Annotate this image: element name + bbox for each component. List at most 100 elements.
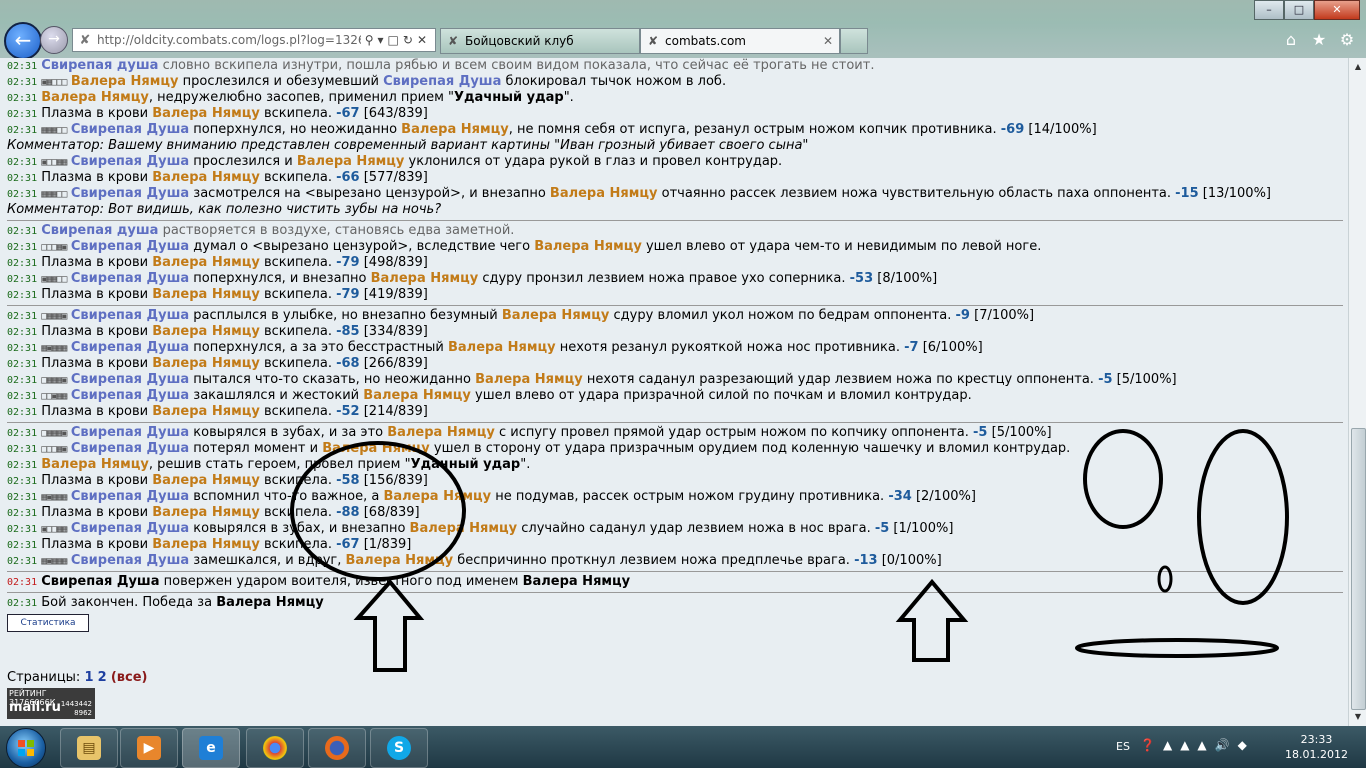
player-name[interactable]: Валера Нямцу (534, 239, 642, 254)
player-name[interactable]: Валера Нямцу (387, 425, 495, 440)
player-name[interactable]: Валера Нямцу (363, 388, 471, 403)
tab-icon: ✘ (647, 34, 659, 48)
scroll-down-icon[interactable]: ▼ (1351, 710, 1365, 724)
player-name[interactable]: Свирепая Душа (66, 388, 189, 403)
player-name[interactable]: Свирепая Душа (66, 441, 189, 456)
counter-value-2: 8962 (74, 709, 92, 717)
tab-combats[interactable]: ✘ combats.com ✕ (640, 28, 840, 54)
log-text: [1/839] (359, 537, 412, 552)
player-name[interactable]: Валера Нямцу (152, 505, 260, 520)
log-time: 02:31 (7, 444, 38, 455)
log-text: , решив стать героем, провел прием " (148, 457, 411, 472)
player-name[interactable]: Свирепая Душа (66, 308, 189, 323)
close-icon[interactable]: ✕ (1314, 0, 1360, 20)
page-link-all[interactable]: (все) (111, 670, 148, 685)
taskbar-chrome[interactable] (246, 728, 304, 768)
clock[interactable]: 23:33 18.01.2012 (1285, 732, 1348, 762)
player-name[interactable]: Свирепая Душа (66, 521, 189, 536)
log-time: 02:31 (7, 157, 38, 168)
player-name[interactable]: Валера Нямцу (152, 106, 260, 121)
security-icon[interactable]: ◆ (1238, 738, 1247, 752)
back-button[interactable]: ← (4, 22, 42, 60)
player-name[interactable]: Валера Нямцу (475, 372, 583, 387)
log-row: 02:31 ▦▦▦□□ Свирепая Душа поперхнулся, н… (7, 122, 1343, 138)
taskbar-media[interactable]: ▶ (120, 728, 178, 768)
player-name[interactable]: Свирепая Душа (66, 425, 189, 440)
address-controls[interactable]: ⚲▾□↻✕ (360, 29, 431, 51)
player-name[interactable]: Валера Нямцу (152, 287, 260, 302)
hit-zone-indicator: □□▣▦▦ (41, 391, 67, 402)
home-icon[interactable]: ⌂ (1282, 30, 1300, 49)
player-name[interactable]: Свирепая Душа (383, 74, 501, 89)
player-name[interactable]: Валера Нямцу (383, 489, 491, 504)
scroll-thumb[interactable] (1351, 428, 1366, 710)
player-name[interactable]: Валера Нямцу (410, 521, 518, 536)
player-name[interactable]: Валера Нямцу (322, 441, 430, 456)
usb-icon[interactable]: ▲ (1197, 738, 1206, 752)
tab-fight-club[interactable]: ✘ Бойцовский клуб (440, 28, 640, 54)
help-icon[interactable]: ❓ (1140, 738, 1155, 752)
player-name[interactable]: Валера Нямцу (152, 356, 260, 371)
start-button[interactable] (6, 728, 46, 768)
player-name[interactable]: Валера Нямцу (41, 90, 149, 105)
vertical-scrollbar[interactable]: ▲ ▼ (1348, 58, 1366, 726)
player-name[interactable]: Свирепая душа (41, 223, 158, 238)
player-name[interactable]: Свирепая Душа (66, 271, 189, 286)
taskbar-ie[interactable]: e (182, 728, 240, 768)
page-link-1[interactable]: 1 (84, 670, 93, 685)
statistics-button[interactable]: Статистика (7, 614, 89, 632)
taskbar-firefox[interactable] (308, 728, 366, 768)
player-name[interactable]: Валера Нямцу (297, 154, 405, 169)
player-name[interactable]: Свирепая Душа (66, 553, 189, 568)
system-tray: ES ❓ ▲ ▲ ▲ 🔊 ◆ 23:33 18.01.2012 (1106, 726, 1366, 768)
player-name[interactable]: Валера Нямцу (371, 271, 479, 286)
taskbar-explorer[interactable]: ▤ (60, 728, 118, 768)
volume-icon[interactable]: 🔊 (1215, 738, 1230, 752)
player-name[interactable]: Валера Нямцу (152, 170, 260, 185)
log-text: прослезился и (189, 154, 297, 169)
player-name[interactable]: Валера Нямцу (550, 186, 658, 201)
gear-icon[interactable]: ⚙ (1338, 30, 1356, 49)
show-hidden-icon[interactable]: ▲ (1163, 738, 1172, 752)
log-text: ушел влево от удара чем-то и невидимым п… (641, 239, 1042, 254)
player-name[interactable]: Свирепая Душа (66, 186, 189, 201)
tab-close-icon[interactable]: ✕ (823, 29, 833, 53)
taskbar-skype[interactable]: S (370, 728, 428, 768)
player-name[interactable]: Валера Нямцу (66, 74, 179, 89)
mailru-counter[interactable]: РЕЙТИНГ 31766066К mail.ru 1443442 8962 (7, 688, 95, 719)
forward-button[interactable]: → (40, 26, 68, 54)
page-link-2[interactable]: 2 (98, 670, 107, 685)
player-name[interactable]: Валера Нямцу (152, 473, 260, 488)
network-icon[interactable]: ▲ (1180, 738, 1189, 752)
language-indicator[interactable]: ES (1116, 740, 1130, 753)
star-icon[interactable]: ★ (1310, 30, 1328, 49)
player-name[interactable]: Валера Нямцу (502, 308, 610, 323)
player-name[interactable]: Свирепая Душа (66, 489, 189, 504)
player-name[interactable]: Свирепая Душа (66, 154, 189, 169)
player-name[interactable]: Валера Нямцу (152, 404, 260, 419)
log-row: 02:31 Свирепая душа растворяется в возду… (7, 223, 1343, 239)
damage-value: -58 (336, 473, 360, 488)
player-name[interactable]: Свирепая Душа (66, 340, 189, 355)
log-time: 02:31 (7, 189, 38, 200)
player-name[interactable]: Валера Нямцу (346, 553, 454, 568)
player-name[interactable]: Валера Нямцу (41, 457, 149, 472)
new-tab-button[interactable] (840, 28, 868, 54)
log-text: засмотрелся на <вырезано цензурой>, и вн… (189, 186, 550, 201)
minimize-icon[interactable]: – (1254, 0, 1284, 20)
scroll-up-icon[interactable]: ▲ (1351, 60, 1365, 74)
maximize-icon[interactable]: □ (1284, 0, 1314, 20)
player-name[interactable]: Свирепая Душа (66, 372, 189, 387)
player-name[interactable]: Свирепая Душа (66, 122, 189, 137)
damage-value: -85 (336, 324, 360, 339)
player-name[interactable]: Свирепая душа (41, 58, 158, 73)
address-bar[interactable]: ✘ http://oldcity.combats.com/logs.pl?log=… (72, 28, 436, 52)
log-text: нехотя саданул разрезающий удар лезвием … (582, 372, 1099, 387)
player-name[interactable]: Валера Нямцу (152, 324, 260, 339)
player-name[interactable]: Валера Нямцу (152, 537, 260, 552)
player-name[interactable]: Валера Нямцу (401, 122, 509, 137)
address-url: http://oldcity.combats.com/logs.pl?log=1… (97, 33, 381, 47)
player-name[interactable]: Валера Нямцу (448, 340, 556, 355)
player-name[interactable]: Свирепая Душа (66, 239, 189, 254)
player-name[interactable]: Валера Нямцу (152, 255, 260, 270)
